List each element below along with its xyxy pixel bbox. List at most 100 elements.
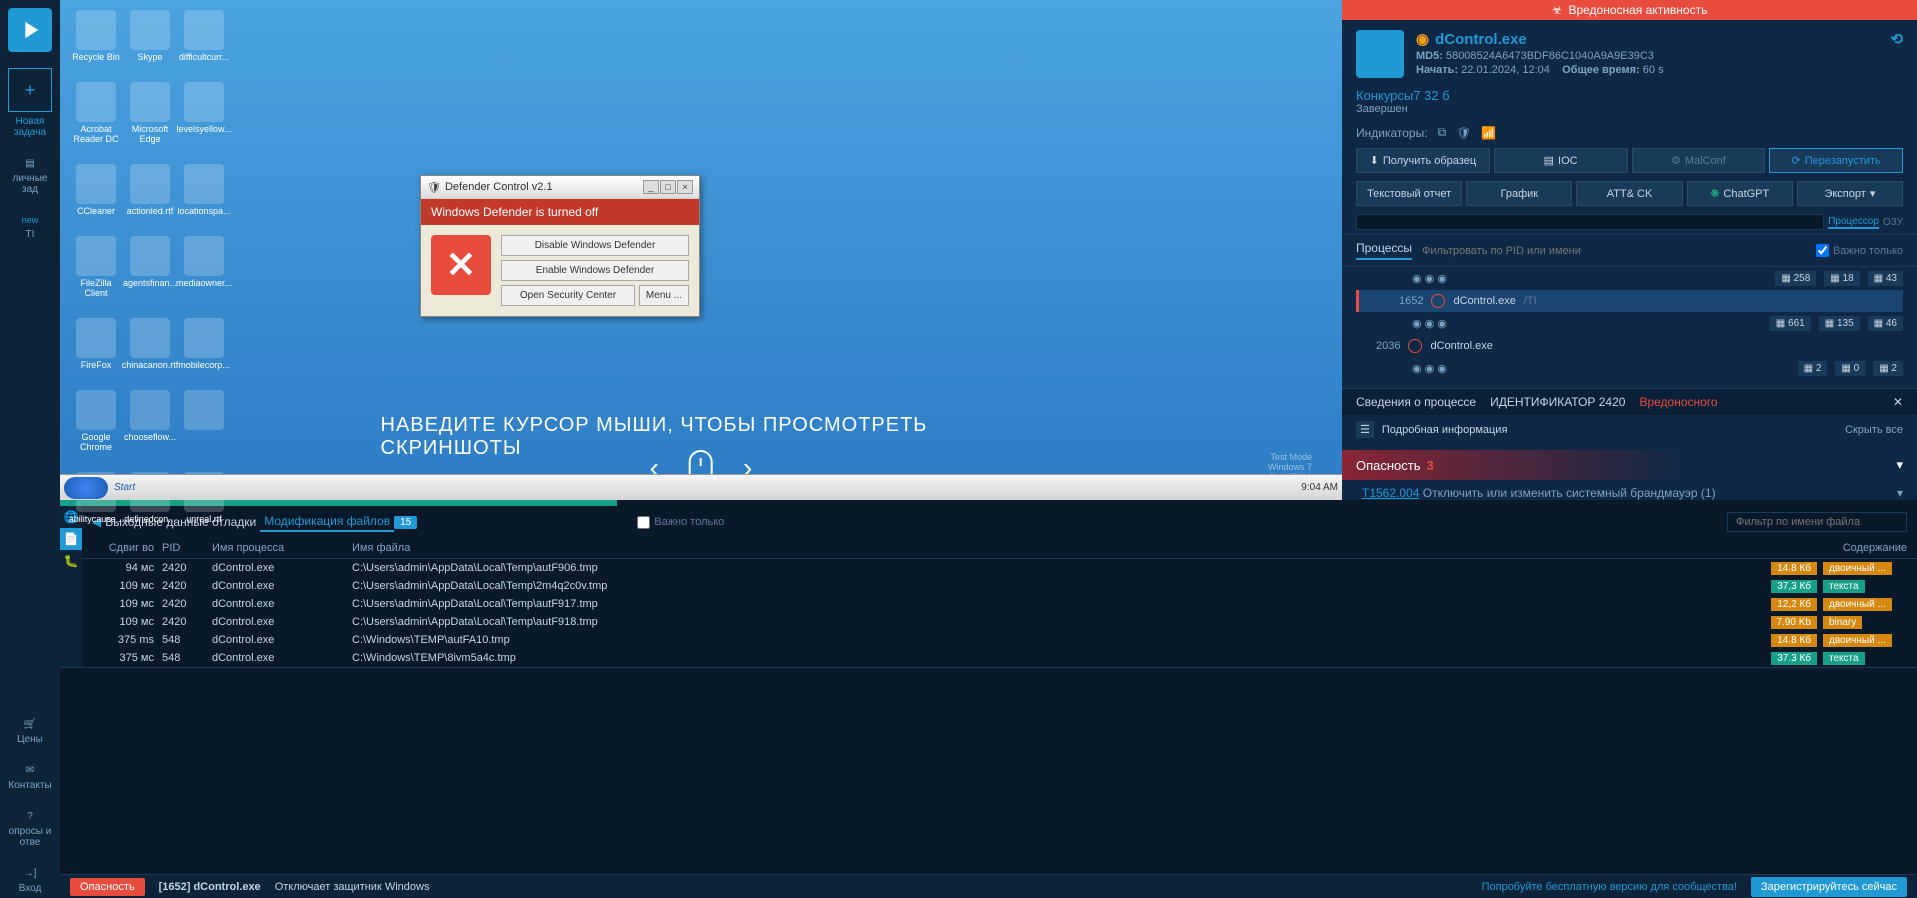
x-icon: ✕ [431,235,491,295]
desktop-icon[interactable]: difficultcurr... [178,10,230,62]
ram-label[interactable]: ОЗУ [1883,217,1903,228]
more-info-button[interactable]: Подробная информация [1382,424,1508,436]
sidebar-item-login[interactable]: →]Вход [15,864,46,898]
ioc-button[interactable]: ▤IOC [1494,148,1628,173]
processes-tab[interactable]: Процессы [1356,241,1412,260]
get-sample-button[interactable]: ⬇Получить образец [1356,148,1490,173]
restart-button[interactable]: ⟳Перезапустить [1769,148,1903,173]
desktop-icon[interactable]: actionled.rtf [124,164,176,216]
tool-file-icon[interactable]: 📄 [60,528,82,550]
desktop-icon[interactable]: chinacanon.rtf [124,318,176,370]
sidebar-item-personal[interactable]: ▤ личные зад [0,154,60,199]
table-row[interactable]: 375 ms548dControl.exeC:\Windows\TEMP\aut… [82,631,1917,649]
taskbar[interactable]: Start 9:04 AM [60,474,1342,500]
malconf-button[interactable]: ⚙MalConf [1632,148,1766,173]
desktop-icon[interactable]: agentsfinan... [124,236,176,298]
tool-bug-icon[interactable]: 🐛 [60,550,82,572]
enable-defender-button[interactable]: Enable Windows Defender [501,260,689,281]
signal-icon[interactable]: 📶 [1481,126,1496,140]
desktop-icon[interactable]: Acrobat Reader DC [70,82,122,144]
banner-text: Вредоносная активность [1568,3,1707,17]
col-file[interactable]: Имя файла [352,542,1757,554]
md5-value: 58008524A6473BDF86C1040A9A9E39C3 [1446,50,1654,62]
register-button[interactable]: Зарегистрируйтесь сейчас [1751,877,1907,897]
chevron-down-icon: ▾ [1870,187,1876,200]
threat-item[interactable]: T1562.004 Отключить или изменить системн… [1342,480,1917,500]
sidebar-item-ti[interactable]: new TI [18,211,43,244]
new-task-button[interactable]: + Новая задача [0,64,60,142]
logo[interactable] [8,8,52,52]
desktop-icon[interactable]: levelsyellow... [178,82,230,144]
col-pid[interactable]: PID [162,542,212,554]
table-row[interactable]: 109 мс2420dControl.exeC:\Users\admin\App… [82,595,1917,613]
table-row[interactable]: 375 мс548dControl.exeC:\Windows\TEMP\8iv… [82,649,1917,667]
desktop-icon[interactable] [178,390,230,452]
desktop-icon[interactable]: FireFox [70,318,122,370]
tab-files[interactable]: Модификация файлов [260,512,394,532]
desktop-icon[interactable]: Google Chrome [70,390,122,452]
open-security-button[interactable]: Open Security Center [501,285,635,306]
danger-count: 3 [1427,458,1434,473]
menu-button[interactable]: Menu ... [639,285,689,306]
shield-icon[interactable]: 🛡 [1456,126,1471,140]
table-row[interactable]: 94 мс2420dControl.exeC:\Users\admin\AppD… [82,559,1917,577]
minimize-icon[interactable]: _ [643,180,659,194]
desktop-icon[interactable]: locationspa... [178,164,230,216]
sandbox-desktop[interactable]: Recycle BinSkypedifficultcurr... Acrobat … [60,0,1342,500]
start-button[interactable] [64,477,108,499]
events-panel: 🌐 📄 🐛 ◀ Выходные данные отладки Модифика… [60,500,1917,874]
close-icon[interactable]: × [677,180,693,194]
window-titlebar[interactable]: 🛡 Defender Control v2.1 _ □ × [421,176,699,199]
desktop-icon[interactable]: mobilecorp... [178,318,230,370]
process-row[interactable]: ◉ ◉ ◉▦ 661▦ 135▦ 46 [1356,312,1903,335]
sidebar-item-faq[interactable]: ? опросы и отве [0,807,60,852]
col-content[interactable]: Содержание [1757,542,1907,554]
disable-defender-button[interactable]: Disable Windows Defender [501,235,689,256]
process-row[interactable]: 1652dControl.exe/TI [1356,290,1903,312]
analysis-panel: ☣ Вредоносная активность ◉ dControl.exe … [1342,0,1917,500]
clock: 9:04 AM [1301,482,1338,493]
important-only-checkbox[interactable]: Важно только [1816,244,1903,257]
footer-process: [1652] dControl.exe [159,881,261,893]
mail-icon: ✉ [26,765,34,776]
process-row[interactable]: ◉ ◉ ◉▦ 258▦ 18▦ 43 [1356,267,1903,290]
table-row[interactable]: 109 мс2420dControl.exeC:\Users\admin\App… [82,613,1917,631]
desktop-icon[interactable]: Recycle Bin [70,10,122,62]
important-checkbox[interactable]: Важно только [637,516,724,529]
col-proc[interactable]: Имя процесса [212,542,352,554]
attck-button[interactable]: ATT& CK [1576,181,1682,206]
sidebar-item-prices[interactable]: 🛒Цены [13,715,47,749]
verdict-label: Вредоносного [1639,395,1717,409]
label: опросы и отве [4,826,56,848]
process-row[interactable]: ◉ ◉ ◉▦ 2▦ 0▦ 2 [1356,357,1903,380]
target-icon: ◉ [1416,30,1429,48]
desktop-icon[interactable]: Skype [124,10,176,62]
graph-button[interactable]: График [1466,181,1572,206]
desktop-icon[interactable]: chooseflow... [124,390,176,452]
process-filter-input[interactable] [1422,245,1806,257]
desktop-icon[interactable]: mediaowner... [178,236,230,298]
question-icon: ? [27,811,33,822]
desktop-icon[interactable]: Microsoft Edge [124,82,176,144]
copy-icon[interactable]: ⧉ [1438,125,1447,140]
col-time[interactable]: Сдвиг во [92,542,162,554]
desktop-icon[interactable]: FileZilla Client [70,236,122,298]
sidebar-item-contacts[interactable]: ✉Контакты [4,761,55,795]
share-icon[interactable]: ⟲ [1890,30,1903,48]
export-button[interactable]: Экспорт ▾ [1797,181,1903,206]
cpu-label: Процессор [1828,216,1879,229]
status-bar: Опасность [1652] dControl.exe Отключает … [60,874,1917,898]
text-report-button[interactable]: Текстовый отчет [1356,181,1462,206]
desktop-icon[interactable]: CCleaner [70,164,122,216]
chatgpt-button[interactable]: ❋ChatGPT [1687,181,1793,206]
openai-icon: ❋ [1710,187,1719,200]
maximize-icon[interactable]: □ [660,180,676,194]
sidebar: + Новая задача ▤ личные зад new TI 🛒Цены… [0,0,60,898]
hide-all-button[interactable]: Скрыть все [1845,424,1903,436]
danger-header[interactable]: Опасность 3 ▾ [1342,450,1917,480]
filename-filter-input[interactable] [1727,512,1907,532]
close-icon[interactable]: ✕ [1893,395,1903,409]
process-row[interactable]: 2036dControl.exe [1356,335,1903,357]
malicious-banner: ☣ Вредоносная активность [1342,0,1917,20]
table-row[interactable]: 109 мс2420dControl.exeC:\Users\admin\App… [82,577,1917,595]
